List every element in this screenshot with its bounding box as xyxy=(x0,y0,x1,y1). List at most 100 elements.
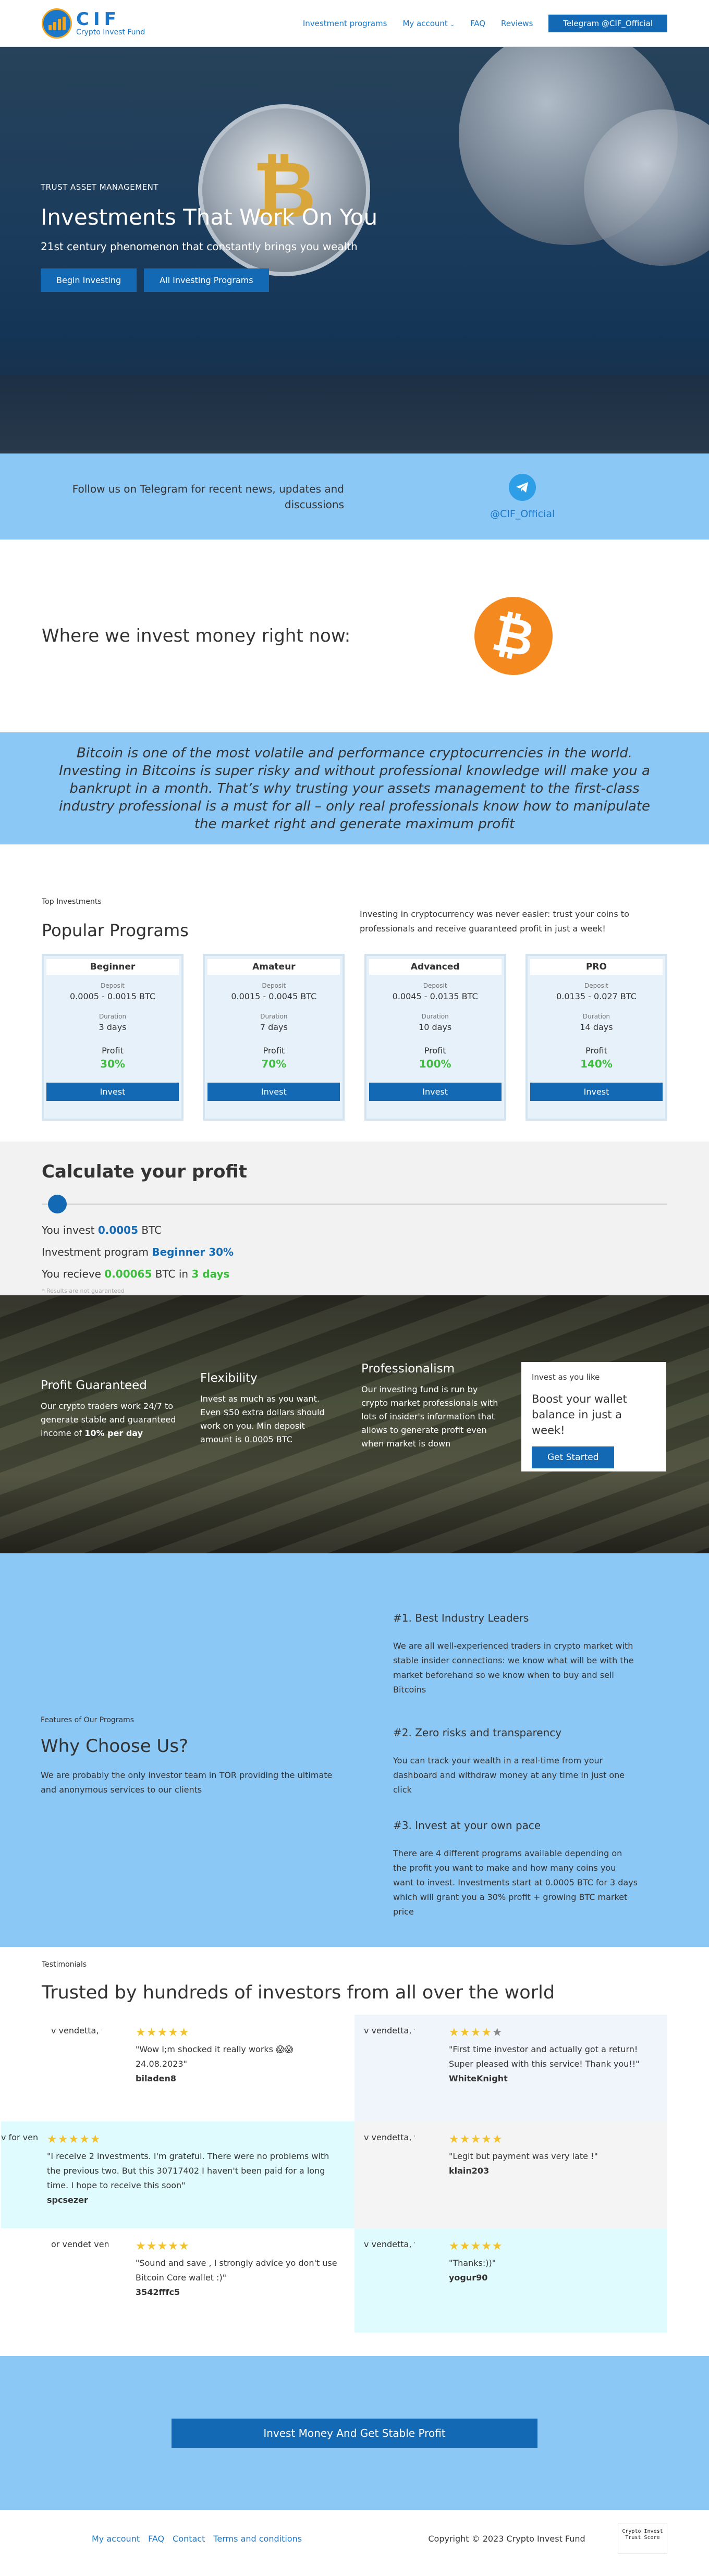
feature-text: Our investing fund is run by crypto mark… xyxy=(361,1384,498,1449)
rating-stars: ★★★★★ xyxy=(449,2240,503,2253)
nav-faq[interactable]: FAQ xyxy=(470,19,485,28)
begin-investing-button[interactable]: Begin Investing xyxy=(41,268,137,292)
duration-label: Duration xyxy=(99,1013,127,1020)
copyright: Copyright © 2023 Crypto Invest Fund xyxy=(428,2533,585,2544)
nav-investment-programs[interactable]: Investment programs xyxy=(303,19,387,28)
testimonial-card: or vendet vendetta, anonymous-28 ★★★★★ "… xyxy=(1,2228,354,2322)
duration-label: Duration xyxy=(260,1013,288,1020)
testimonial-author: WhiteKnight xyxy=(449,2074,508,2083)
profit-value: 100% xyxy=(419,1058,451,1070)
why-kicker: Features of Our Programs xyxy=(41,1716,135,1724)
duration-value: 10 days xyxy=(419,1022,452,1032)
testimonial-author: spcsezer xyxy=(47,2195,88,2205)
testimonial-author: yogur90 xyxy=(449,2273,488,2283)
deposit-label: Deposit xyxy=(101,982,125,989)
why-item-text: You can track your wealth in a real-time… xyxy=(393,1756,625,1795)
program-card-advanced: Advanced Deposit 0.0045 - 0.0135 BTC Dur… xyxy=(364,954,506,1121)
avatar: v for vendel render xyxy=(1,2132,38,2142)
get-started-box: Invest as you like Boost your wallet bal… xyxy=(521,1362,666,1471)
why-item-title: #3. Invest at your own pace xyxy=(393,1819,541,1832)
box-kicker: Invest as you like xyxy=(532,1372,600,1382)
calculator-section: Calculate your profit You invest 0.0005 … xyxy=(0,1142,709,1295)
telegram-handle-link[interactable]: @CIF_Official xyxy=(490,508,555,520)
testimonial-card: v vendetta, vendetta, anonymous ★★★★★ "F… xyxy=(354,2015,667,2121)
invest-money-button[interactable]: Invest Money And Get Stable Profit xyxy=(172,2418,537,2448)
program-name: PRO xyxy=(530,959,663,975)
why-title: Why Choose Us? xyxy=(41,1736,189,1757)
duration-label: Duration xyxy=(582,1013,610,1020)
testimonial-quote: "Legit but payment was very late !" xyxy=(449,2151,598,2161)
profit-value: 30% xyxy=(100,1058,125,1070)
feature-profit: Profit Guaranteed Our crypto traders wor… xyxy=(41,1379,176,1440)
duration-value: 7 days xyxy=(260,1022,288,1032)
receive-line: You recieve 0.00065 BTC in 3 days xyxy=(42,1268,230,1280)
why-item-text: We are all well-experienced traders in c… xyxy=(393,1641,634,1695)
testimonial-card: v for vendel render ★★★★★ "I receive 2 i… xyxy=(1,2121,354,2228)
testimonial-card: v vendetta, vendetta, anonymous-28556 ★★… xyxy=(354,2228,667,2333)
footer-terms[interactable]: Terms and conditions xyxy=(213,2534,302,2544)
hero-section: ₿ TRUST ASSET MANAGEMENT Investments Tha… xyxy=(0,47,709,453)
telegram-icon[interactable] xyxy=(509,473,536,501)
box-text: Boost your wallet balance in just a week… xyxy=(532,1393,627,1437)
deposit-label: Deposit xyxy=(584,982,608,989)
feature-professionalism: Professionalism Our investing fund is ru… xyxy=(361,1362,503,1451)
slider-track[interactable] xyxy=(42,1204,667,1205)
testimonial-author: klain203 xyxy=(449,2166,490,2176)
program-cards: Beginner Deposit 0.0005 - 0.0015 BTC Dur… xyxy=(42,954,667,1121)
invest-button-advanced[interactable]: Invest xyxy=(369,1083,502,1101)
get-started-button[interactable]: Get Started xyxy=(532,1446,615,1468)
hero-subtitle: 21st century phenomenon that constantly … xyxy=(41,240,358,253)
calculator-title: Calculate your profit xyxy=(42,1161,247,1182)
rating-stars: ★★★★★ xyxy=(449,2026,503,2039)
invest-line: You invest 0.0005 BTC xyxy=(42,1224,162,1236)
why-item-2: #2. Zero risks and transparency You can … xyxy=(393,1726,638,1797)
testimonial-author: 3542fffc5 xyxy=(136,2287,180,2297)
testimonials-title: Trusted by hundreds of investors from al… xyxy=(42,1982,555,2003)
profit-value: 70% xyxy=(261,1058,287,1070)
telegram-band: Follow us on Telegram for recent news, u… xyxy=(0,453,709,539)
testimonial-quote: "Wow I;m shocked it really works 😱😱 24.0… xyxy=(136,2044,294,2069)
avatar: v vendetta, vendetta, anonymous xyxy=(364,2026,415,2035)
footer-contact[interactable]: Contact xyxy=(173,2534,205,2544)
why-item-title: #2. Zero risks and transparency xyxy=(393,1726,562,1739)
profit-label: Profit xyxy=(424,1046,446,1056)
logo-title: CIF xyxy=(76,9,120,30)
nav-my-account[interactable]: My account ⌄ xyxy=(402,19,455,28)
program-card-amateur: Amateur Deposit 0.0015 - 0.0045 BTC Dura… xyxy=(203,954,345,1121)
footer-my-account[interactable]: My account xyxy=(92,2534,140,2544)
trust-score-badge[interactable]: Crypto Invest Trust Score xyxy=(618,2523,667,2554)
where-title: Where we invest money right now: xyxy=(42,625,351,646)
rating-stars: ★★★★★ xyxy=(47,2133,101,2146)
nav-reviews[interactable]: Reviews xyxy=(501,19,533,28)
invest-button-amateur[interactable]: Invest xyxy=(207,1083,340,1101)
logo[interactable]: CIF Crypto Invest Fund xyxy=(42,8,145,39)
invest-button-pro[interactable]: Invest xyxy=(530,1083,663,1101)
all-programs-button[interactable]: All Investing Programs xyxy=(144,268,269,292)
avatar: or vendet vendetta, anonymous-28 xyxy=(51,2239,108,2249)
receive-days: 3 days xyxy=(191,1268,230,1280)
main-nav: Investment programs My account ⌄ FAQ Rev… xyxy=(303,15,667,32)
rating-stars: ★★★★★ xyxy=(136,2240,190,2253)
deposit-label: Deposit xyxy=(262,982,286,989)
feature-text: Invest as much as you want. Even $50 ext… xyxy=(200,1394,325,1444)
why-item-title: #1. Best Industry Leaders xyxy=(393,1612,529,1624)
testimonial-card: v vendetta, vendetta, anonymous-28556 ★★… xyxy=(1,2015,354,2121)
programs-description: Investing in cryptocurrency was never ea… xyxy=(360,909,629,934)
testimonials-section: Testimonials Trusted by hundreds of inve… xyxy=(0,1947,709,2356)
deposit-value: 0.0045 - 0.0135 BTC xyxy=(392,991,478,1001)
feature-title: Professionalism xyxy=(361,1362,455,1376)
telegram-button[interactable]: Telegram @CIF_Official xyxy=(548,15,667,32)
amount-slider[interactable] xyxy=(42,1194,667,1215)
invest-button-beginner[interactable]: Invest xyxy=(46,1083,179,1101)
features-money-section: Profit Guaranteed Our crypto traders wor… xyxy=(0,1295,709,1553)
testimonial-quote: "Sound and save , I strongly advice yo d… xyxy=(136,2258,337,2283)
slider-handle[interactable] xyxy=(48,1195,67,1213)
programs-title: Popular Programs xyxy=(42,921,189,940)
feature-title: Profit Guaranteed xyxy=(41,1379,147,1392)
footer-faq[interactable]: FAQ xyxy=(148,2534,164,2544)
avatar: v vendetta, vendetta, anonymous-28556 xyxy=(51,2026,102,2035)
why-item-1: #1. Best Industry Leaders We are all wel… xyxy=(393,1612,638,1697)
duration-value: 14 days xyxy=(580,1022,613,1032)
avatar: v vendetta, vendetta, anonymous-28556 xyxy=(364,2132,415,2142)
bitcoin-logo-icon: ₿ xyxy=(467,590,560,682)
